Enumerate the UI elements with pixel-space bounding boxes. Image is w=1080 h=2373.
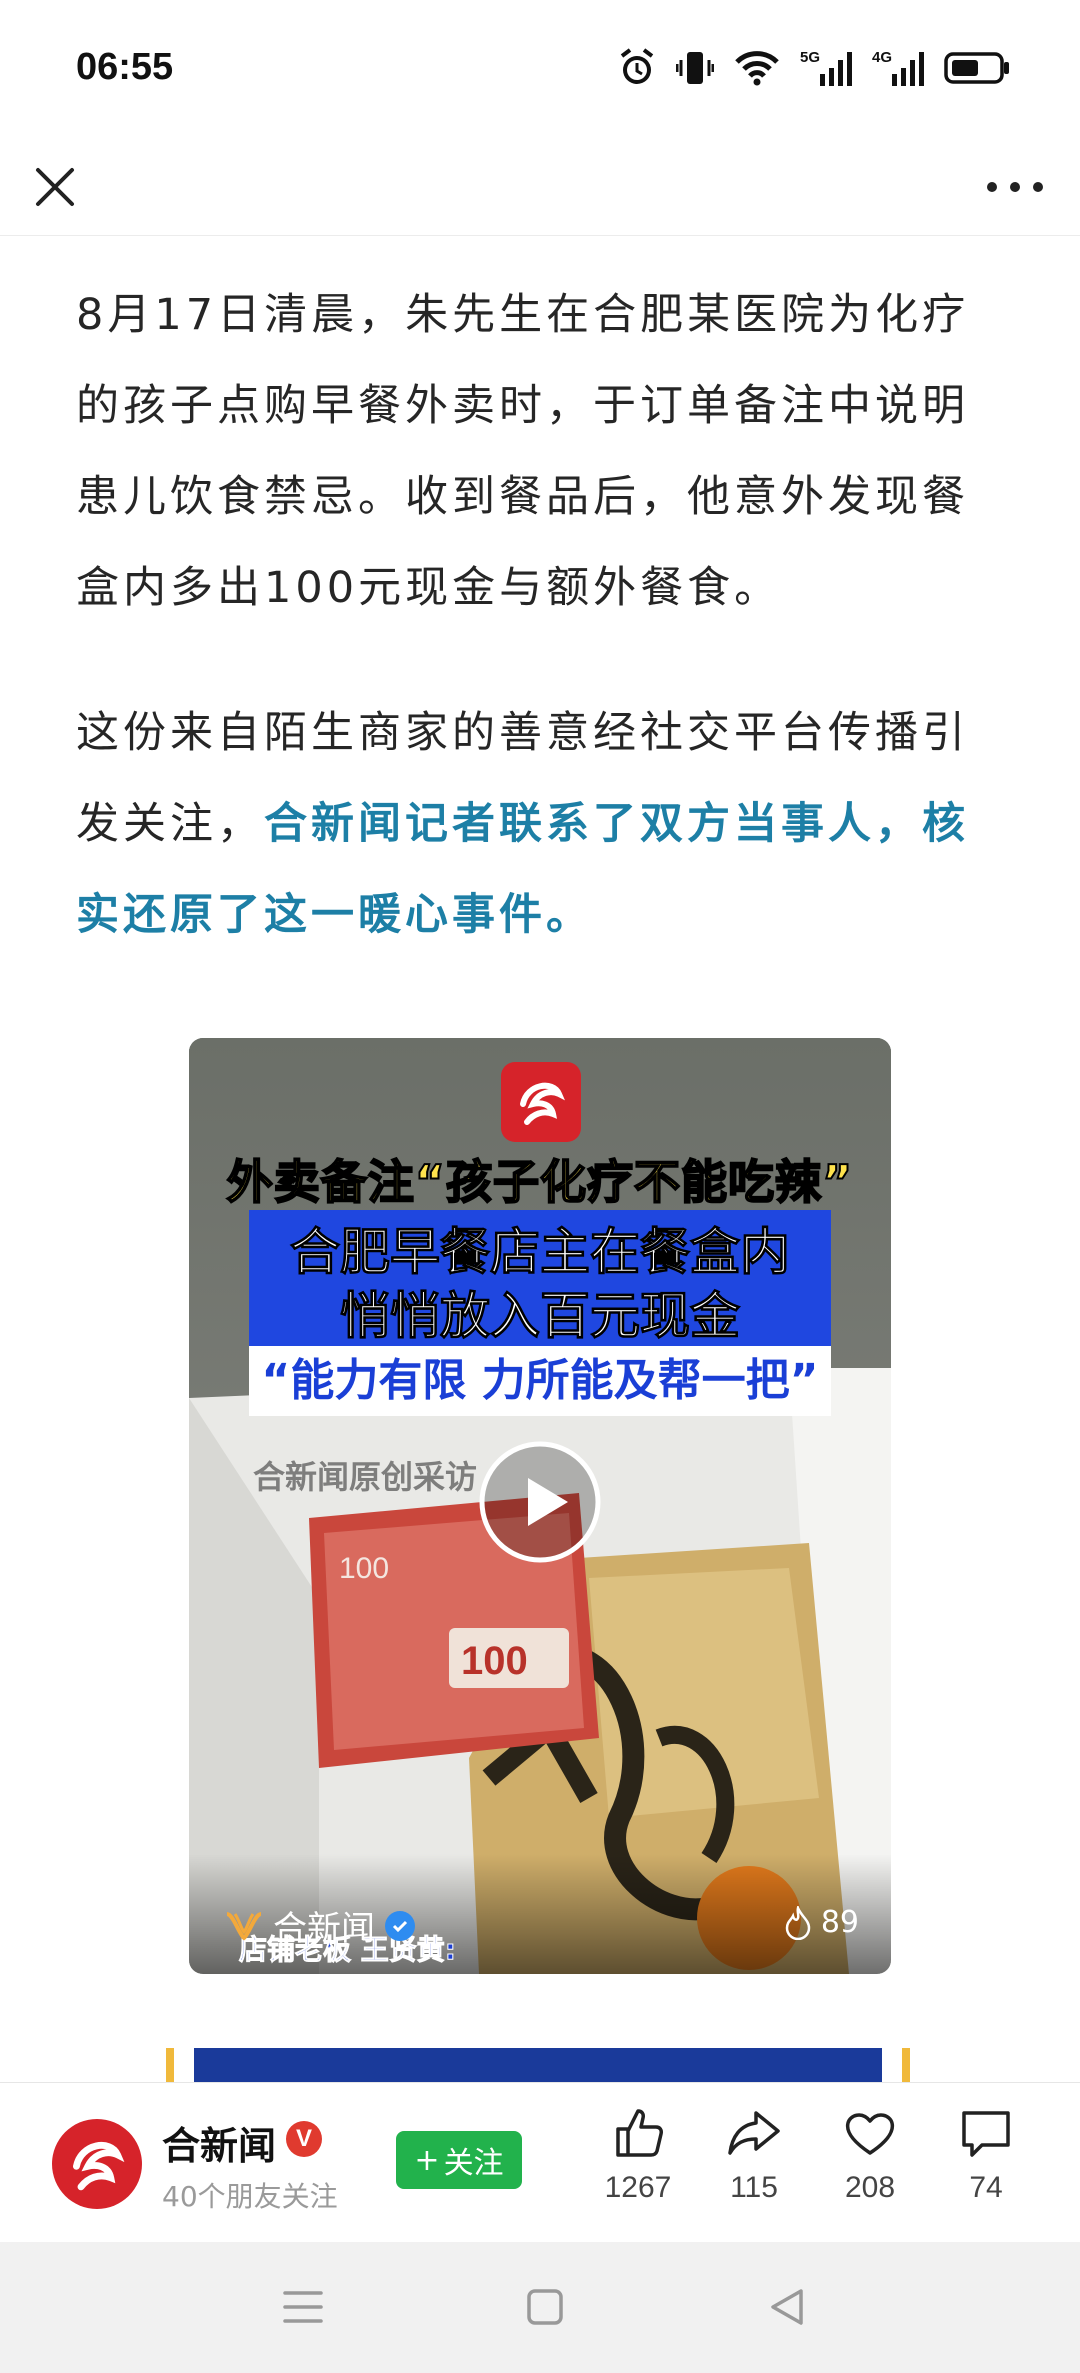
svg-text:100: 100 bbox=[339, 1552, 389, 1585]
video-headline-box: 合肥早餐店主在餐盒内 悄悄放入百元现金 bbox=[249, 1210, 831, 1362]
video-source-name: 合新闻 bbox=[273, 1909, 375, 1949]
like-count: 1267 bbox=[604, 2171, 672, 2204]
menu-button[interactable] bbox=[268, 2272, 338, 2342]
home-icon bbox=[527, 2289, 563, 2325]
vibrate-icon bbox=[676, 52, 714, 84]
more-button[interactable] bbox=[980, 162, 1050, 212]
next-image-peek bbox=[166, 2048, 910, 2084]
video-likes: 89 bbox=[783, 1905, 859, 1940]
svg-text:100: 100 bbox=[461, 1639, 528, 1683]
fire-icon bbox=[785, 1905, 811, 1940]
action-buttons: 1267 115 208 74 bbox=[580, 2105, 1044, 2205]
system-nav-bar bbox=[0, 2242, 1080, 2373]
close-icon bbox=[36, 168, 74, 206]
like-button[interactable]: 1267 bbox=[580, 2105, 696, 2205]
comment-button[interactable]: 74 bbox=[928, 2105, 1044, 2205]
status-bar: 06:55 5G 4G bbox=[0, 0, 1080, 140]
close-button[interactable] bbox=[30, 162, 80, 212]
video-headline-blue: 合肥早餐店主在餐盒内 悄悄放入百元现金 bbox=[249, 1220, 831, 1348]
brand-logo bbox=[501, 1062, 581, 1142]
video-card[interactable]: 100 100 外卖备注“孩子化疗不能吃辣” 合肥早餐店主在餐盒内 悄悄放入百元… bbox=[189, 1038, 891, 1974]
headline-line-1: 合肥早餐店主在餐盒内 bbox=[290, 1223, 791, 1282]
headline-line-2: 悄悄放入百元现金 bbox=[340, 1287, 741, 1346]
brand-logo-icon bbox=[520, 1082, 565, 1125]
video-headline-yellow: 外卖备注“孩子化疗不能吃辣” bbox=[226, 1154, 854, 1210]
battery-icon bbox=[944, 52, 1009, 84]
4g-signal-icon: 4G bbox=[872, 49, 924, 86]
plus-icon: + bbox=[414, 2142, 440, 2178]
comment-icon bbox=[962, 2111, 1010, 2157]
comment-count: 74 bbox=[969, 2171, 1003, 2204]
thumbs-up-icon bbox=[616, 2109, 663, 2157]
bottom-action-bar: 合新闻 V 40个朋友关注 + 关注 1267 115 208 74 bbox=[0, 2082, 1080, 2242]
article-paragraph-2: 这份来自陌生商家的善意经社交平台传播引发关注，合新闻记者联系了双方当事人，核实还… bbox=[76, 688, 1006, 961]
follow-button[interactable]: + 关注 bbox=[396, 2131, 522, 2189]
video-quote: “能力有限 力所能及帮一把” bbox=[261, 1355, 819, 1406]
status-icons: 5G 4G bbox=[618, 48, 1010, 88]
author-verified-badge: V bbox=[286, 2121, 322, 2157]
back-button[interactable] bbox=[752, 2272, 822, 2342]
more-icon bbox=[987, 182, 1043, 192]
avatar-logo-icon bbox=[73, 2142, 125, 2191]
friends-follow-text: 40个朋友关注 bbox=[162, 2180, 338, 2213]
menu-icon bbox=[283, 2291, 323, 2323]
author-avatar[interactable] bbox=[52, 2119, 142, 2209]
play-icon bbox=[479, 1441, 601, 1563]
home-button[interactable] bbox=[510, 2272, 580, 2342]
favorite-button[interactable]: 208 bbox=[812, 2105, 928, 2205]
share-count: 115 bbox=[730, 2171, 778, 2204]
follow-label: 关注 bbox=[443, 2146, 504, 2181]
share-button[interactable]: 115 bbox=[696, 2105, 812, 2205]
author-name[interactable]: 合新闻 bbox=[162, 2115, 276, 2170]
wifi-icon bbox=[735, 51, 779, 86]
svg-text:5G: 5G bbox=[800, 49, 820, 66]
heart-icon bbox=[845, 2113, 895, 2155]
article-paragraph-1: 8月17日清晨，朱先生在合肥某医院为化疗的孩子点购早餐外卖时，于订单备注中说明患… bbox=[76, 290, 970, 613]
top-nav bbox=[0, 140, 1080, 236]
video-source[interactable]: 合新闻 bbox=[225, 1901, 415, 1950]
favorite-count: 208 bbox=[844, 2171, 896, 2204]
play-button[interactable] bbox=[476, 1438, 604, 1566]
video-watermark: 合新闻原创采访 bbox=[253, 1458, 478, 1496]
alarm-icon bbox=[620, 48, 654, 84]
article-body: 8月17日清晨，朱先生在合肥某医院为化疗的孩子点购早餐外卖时，于订单备注中说明患… bbox=[76, 270, 1006, 961]
svg-text:4G: 4G bbox=[872, 49, 892, 66]
verified-icon bbox=[385, 1910, 415, 1941]
5g-signal-icon: 5G bbox=[800, 49, 852, 86]
channels-icon bbox=[226, 1911, 262, 1941]
video-likes-count: 89 bbox=[820, 1905, 859, 1940]
status-time: 06:55 bbox=[76, 46, 174, 88]
video-quote-box: “能力有限 力所能及帮一把” bbox=[249, 1346, 831, 1416]
back-icon bbox=[771, 2289, 803, 2325]
share-icon bbox=[728, 2111, 780, 2155]
